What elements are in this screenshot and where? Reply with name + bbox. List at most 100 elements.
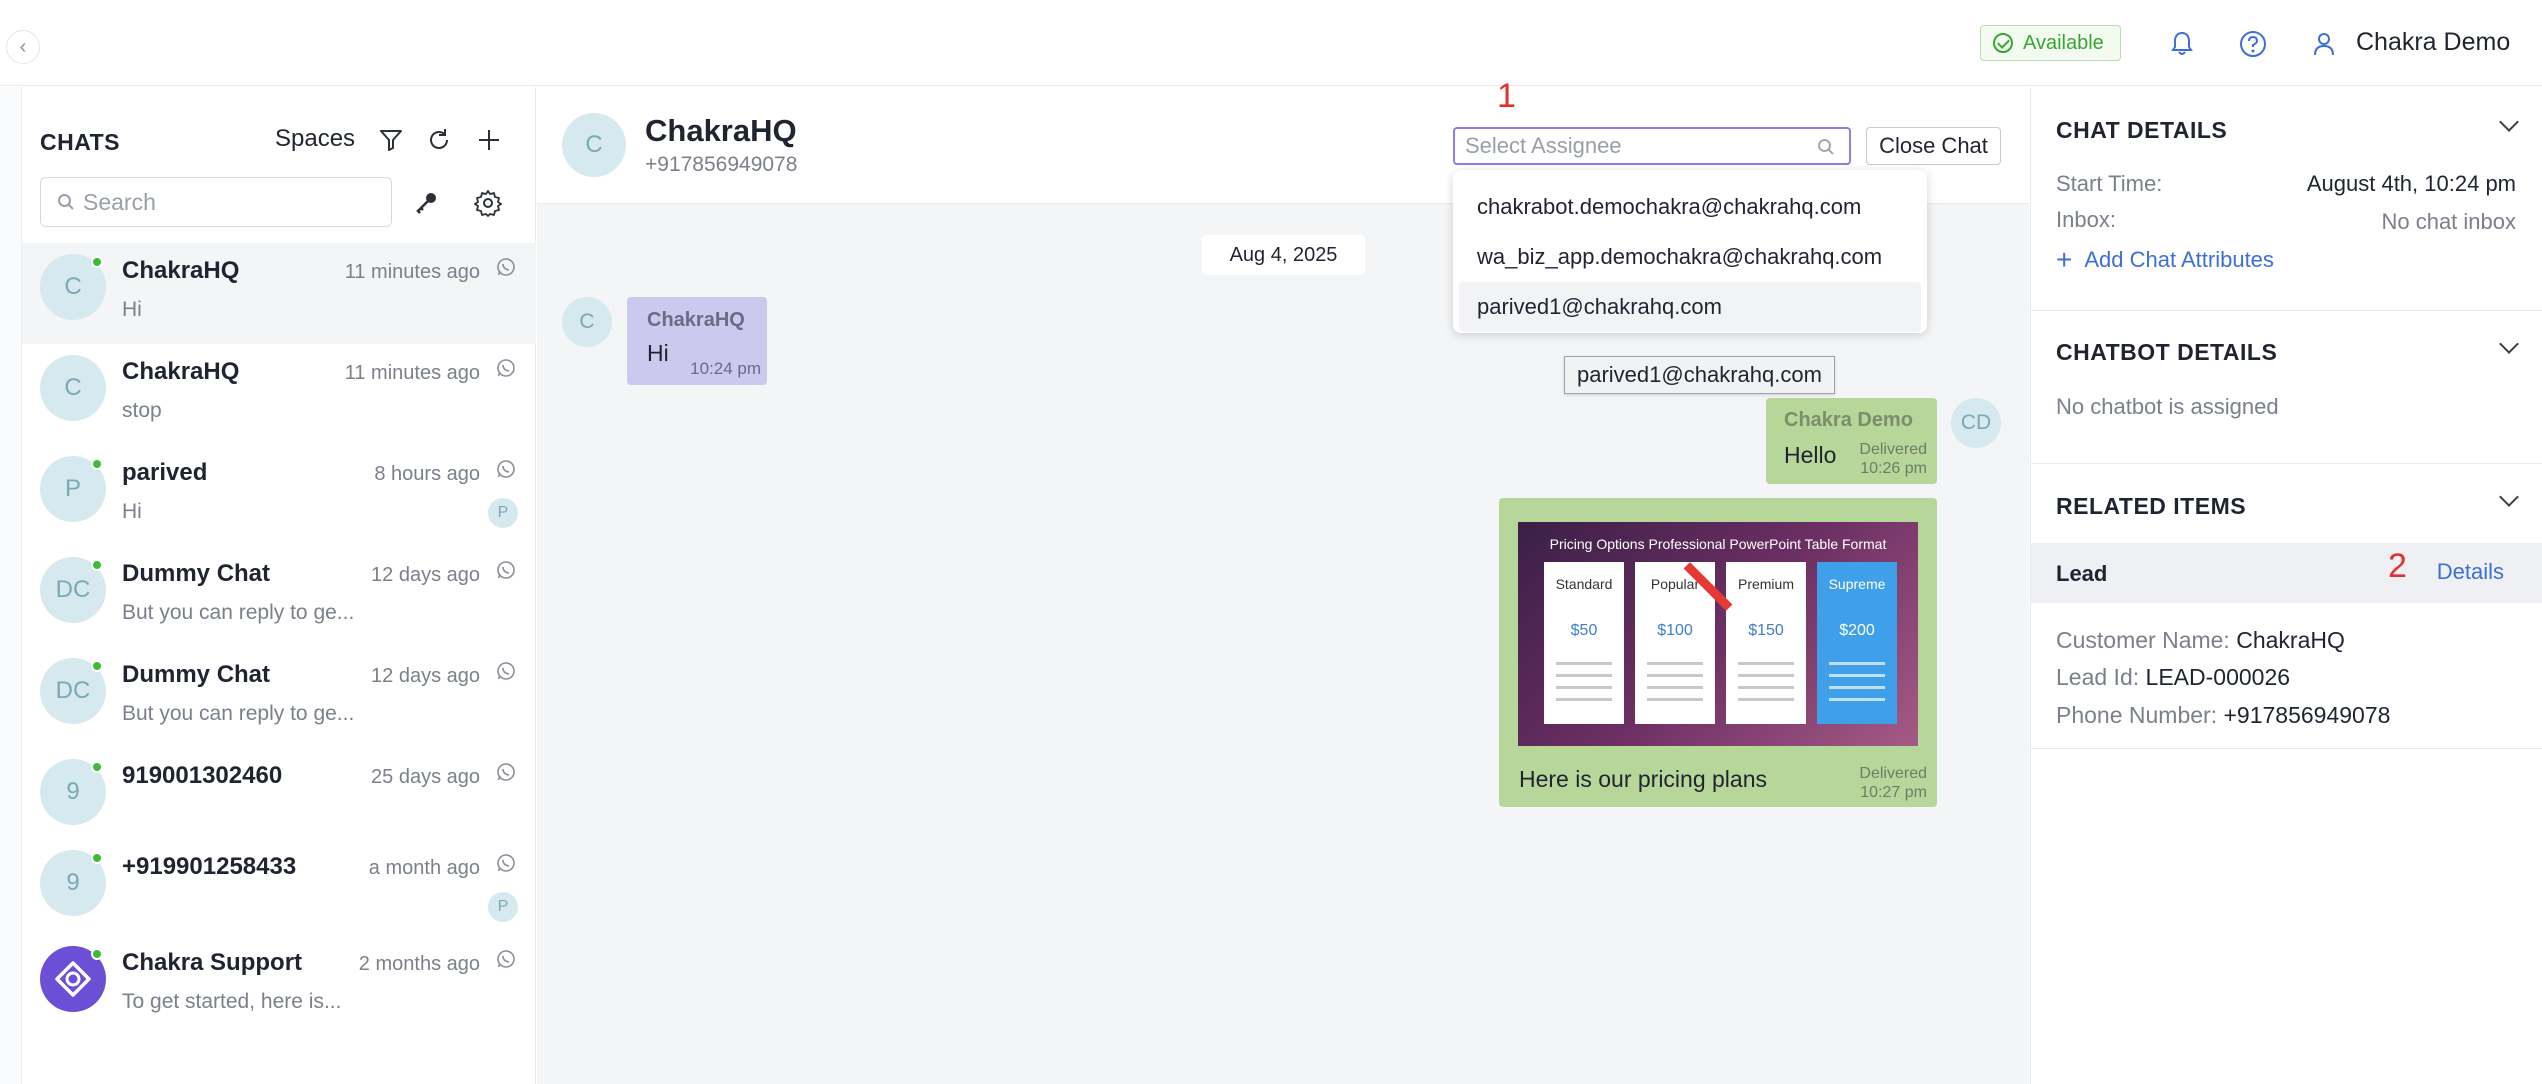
- lead-id-value: LEAD-000026: [2145, 664, 2291, 690]
- whatsapp-icon: [496, 257, 516, 283]
- chat-search-input[interactable]: Search: [40, 177, 392, 227]
- chat-time: a month ago: [368, 857, 480, 879]
- divider: [2031, 463, 2542, 464]
- refresh-button[interactable]: [422, 123, 456, 157]
- chat-name: parived: [122, 459, 208, 486]
- user-menu-button[interactable]: [2304, 24, 2344, 64]
- chat-time: 11 minutes ago: [344, 261, 480, 283]
- chat-name: 919001302460: [122, 762, 283, 789]
- chevron-down-icon[interactable]: [2499, 334, 2519, 354]
- filter-button[interactable]: [374, 123, 408, 157]
- chat-time: 8 hours ago: [374, 463, 480, 485]
- divider: [2031, 748, 2542, 749]
- chakra-support-avatar: [40, 946, 106, 1012]
- chat-list-item[interactable]: 9 +919901258433 a month ago P: [22, 839, 536, 935]
- assignee-option[interactable]: wa_biz_app.demochakra@chakrahq.com: [1453, 232, 1927, 282]
- conversation-panel: C ChakraHQ +917856949078 1 Select Assign…: [537, 77, 2029, 1084]
- lead-details-link[interactable]: Details: [2437, 559, 2504, 585]
- outgoing-message: Chakra Demo Hello Delivered 10:26 pm: [1766, 398, 1937, 484]
- search-icon: [58, 194, 74, 210]
- message-status: Delivered 10:26 pm: [1859, 441, 1927, 477]
- contact-name: ChakraHQ: [645, 113, 797, 148]
- chat-list-item[interactable]: Chakra Support 2 months ago To get start…: [22, 935, 536, 1036]
- date-separator: Aug 4, 2025: [1202, 235, 1365, 275]
- details-panel: CHAT DETAILS Start Time: August 4th, 10:…: [2030, 87, 2542, 1084]
- assignee-option[interactable]: parived1@chakrahq.com: [1459, 282, 1921, 332]
- whatsapp-icon: [496, 762, 516, 788]
- assignee-dropdown: chakrabot.demochakra@chakrahq.com wa_biz…: [1453, 170, 1927, 333]
- chat-list-item[interactable]: P parived 8 hours ago Hi P: [22, 445, 536, 546]
- avatar: C: [40, 355, 106, 421]
- chat-time: 25 days ago: [371, 766, 480, 788]
- user-name[interactable]: Chakra Demo: [2356, 28, 2510, 57]
- online-indicator: [91, 852, 103, 864]
- chat-list-item[interactable]: C ChakraHQ 11 minutes ago Hi: [22, 243, 536, 344]
- assignee-badge: P: [488, 892, 518, 922]
- inbox-value: No chat inbox: [2381, 209, 2516, 234]
- availability-status-button[interactable]: Available: [1980, 25, 2121, 61]
- assignee-option[interactable]: chakrabot.demochakra@chakrahq.com: [1453, 182, 1927, 232]
- sender-avatar: C: [562, 297, 612, 347]
- message-text: Hi: [647, 340, 669, 366]
- chat-name: Dummy Chat: [122, 560, 271, 587]
- top-bar: ‹ Available Chakra Demo: [0, 0, 2542, 86]
- chat-list-item[interactable]: C ChakraHQ 11 minutes ago stop: [22, 344, 536, 445]
- add-chat-attributes-button[interactable]: + Add Chat Attributes: [2056, 246, 2274, 274]
- key-button[interactable]: [408, 185, 444, 221]
- chatbot-value: No chatbot is assigned: [2056, 394, 2279, 419]
- collapse-sidebar-button[interactable]: ‹: [6, 30, 40, 64]
- message-time: 10:24 pm: [690, 359, 761, 378]
- chatbot-details-title: CHATBOT DETAILS: [2056, 339, 2278, 365]
- chevron-down-icon[interactable]: [2499, 112, 2519, 132]
- help-button[interactable]: [2233, 24, 2273, 64]
- message-status: Delivered 10:27 pm: [1859, 765, 1927, 801]
- customer-name-row: Customer Name: ChakraHQ: [2056, 627, 2345, 653]
- assignee-select-input[interactable]: Select Assignee: [1453, 127, 1851, 165]
- close-chat-button[interactable]: Close Chat: [1866, 127, 2001, 165]
- plan-card: Premium $150: [1726, 562, 1806, 724]
- image-caption: Here is our pricing plans: [1519, 766, 1768, 792]
- filter-icon: [380, 130, 402, 151]
- chat-list: C ChakraHQ 11 minutes ago Hi C ChakraHQ …: [22, 243, 536, 1036]
- customer-name-value: ChakraHQ: [2236, 627, 2345, 653]
- chat-time: 12 days ago: [371, 564, 480, 586]
- spaces-button[interactable]: Spaces: [275, 125, 355, 153]
- key-icon: [416, 193, 436, 214]
- new-chat-button[interactable]: [472, 123, 506, 157]
- avatar: DC: [40, 658, 106, 724]
- assignee-placeholder: Select Assignee: [1465, 133, 1622, 158]
- divider: [2031, 310, 2542, 311]
- chat-settings-button[interactable]: [470, 185, 506, 221]
- chats-title: CHATS: [40, 129, 121, 155]
- avatar: P: [40, 456, 106, 522]
- online-indicator: [91, 761, 103, 773]
- chat-list-item[interactable]: DC Dummy Chat 12 days ago But you can re…: [22, 546, 536, 647]
- chat-list-item[interactable]: DC Dummy Chat 12 days ago But you can re…: [22, 647, 536, 748]
- inbox-label: Inbox:: [2056, 207, 2116, 232]
- agent-avatar: CD: [1951, 398, 2001, 448]
- gear-icon: [474, 190, 502, 217]
- chevron-down-icon[interactable]: [2499, 487, 2519, 507]
- chat-name: +919901258433: [122, 853, 297, 880]
- avatar: DC: [40, 557, 106, 623]
- chat-preview: Hi: [122, 500, 142, 523]
- lead-label: Lead: [2056, 561, 2108, 586]
- whatsapp-icon: [496, 949, 516, 975]
- chat-list-item[interactable]: 9 919001302460 25 days ago: [22, 748, 536, 839]
- chakra-logo-icon: [55, 961, 91, 997]
- pricing-image[interactable]: Pricing Options Professional PowerPoint …: [1518, 522, 1918, 746]
- online-indicator: [91, 256, 103, 268]
- chat-name: ChakraHQ: [122, 358, 240, 385]
- online-indicator: [91, 458, 103, 470]
- notifications-button[interactable]: [2162, 24, 2202, 64]
- whatsapp-icon: [496, 661, 516, 687]
- chevron-left-icon: ‹: [19, 35, 27, 58]
- whatsapp-icon: [496, 560, 516, 586]
- whatsapp-icon: [496, 459, 516, 485]
- chat-details-title: CHAT DETAILS: [2056, 117, 2228, 143]
- message-sender: ChakraHQ: [647, 309, 745, 331]
- left-rail: [0, 87, 22, 1084]
- avatar: 9: [40, 850, 106, 916]
- add-attributes-label: Add Chat Attributes: [2084, 247, 2274, 272]
- search-icon: [1818, 139, 1834, 155]
